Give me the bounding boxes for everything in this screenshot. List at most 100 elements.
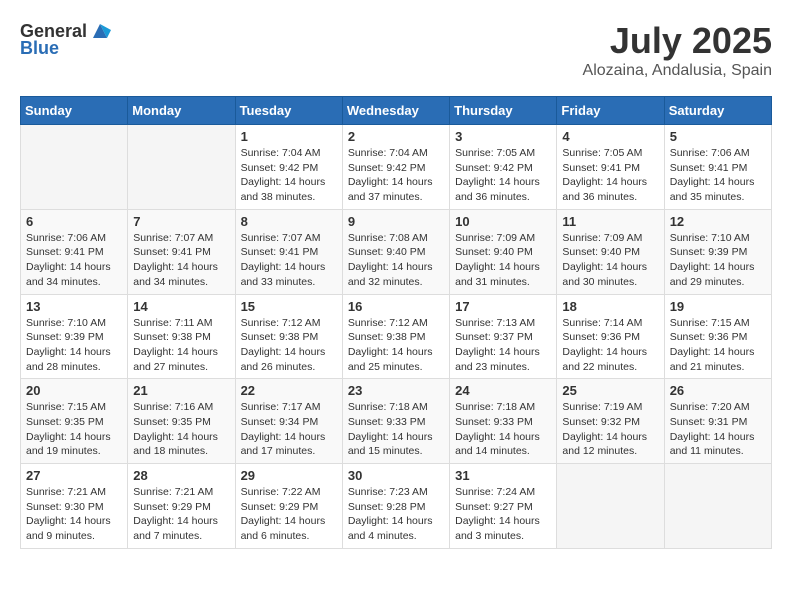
calendar-day-cell: 20 Sunrise: 7:15 AM Sunset: 9:35 PM Dayli… (21, 379, 128, 464)
calendar-week-row: 1Sunrise: 7:04 AM Sunset: 9:42 PM Daylig… (21, 125, 772, 210)
day-number: 26 (670, 383, 766, 398)
day-info: Sunrise: 7:05 AM Sunset: 9:42 PM Dayligh… (455, 146, 551, 205)
day-of-week-header: Friday (557, 97, 664, 125)
location-title: Alozaina, Andalusia, Spain (583, 62, 772, 80)
day-info: Sunrise: 7:23 AM Sunset: 9:28 PM Dayligh… (348, 485, 444, 544)
calendar-day-cell: 7 Sunrise: 7:07 AM Sunset: 9:41 PM Daylig… (128, 209, 235, 294)
calendar-day-cell: 29 Sunrise: 7:22 AM Sunset: 9:29 PM Dayli… (235, 464, 342, 549)
day-number: 8 (241, 214, 337, 229)
calendar-day-cell (664, 464, 771, 549)
day-number: 2 (348, 129, 444, 144)
calendar-day-cell: 19 Sunrise: 7:15 AM Sunset: 9:36 PM Dayli… (664, 294, 771, 379)
calendar-day-cell: 16Sunrise: 7:12 AM Sunset: 9:38 PM Dayli… (342, 294, 449, 379)
page-header: General Blue July 2025 Alozaina, Andalus… (20, 20, 772, 80)
calendar-day-cell: 4Sunrise: 7:05 AM Sunset: 9:41 PM Daylig… (557, 125, 664, 210)
calendar-day-cell: 30Sunrise: 7:23 AM Sunset: 9:28 PM Dayli… (342, 464, 449, 549)
calendar-day-cell: 1Sunrise: 7:04 AM Sunset: 9:42 PM Daylig… (235, 125, 342, 210)
day-number: 12 (670, 214, 766, 229)
calendar-day-cell: 11Sunrise: 7:09 AM Sunset: 9:40 PM Dayli… (557, 209, 664, 294)
day-info: Sunrise: 7:21 AM Sunset: 9:29 PM Dayligh… (133, 485, 229, 544)
calendar-day-cell: 3Sunrise: 7:05 AM Sunset: 9:42 PM Daylig… (450, 125, 557, 210)
day-info: Sunrise: 7:11 AM Sunset: 9:38 PM Dayligh… (133, 316, 229, 375)
day-info: Sunrise: 7:15 AM Sunset: 9:35 PM Dayligh… (26, 400, 122, 459)
day-info: Sunrise: 7:09 AM Sunset: 9:40 PM Dayligh… (562, 231, 658, 290)
calendar-day-cell: 28 Sunrise: 7:21 AM Sunset: 9:29 PM Dayli… (128, 464, 235, 549)
day-number: 24 (455, 383, 551, 398)
day-info: Sunrise: 7:04 AM Sunset: 9:42 PM Dayligh… (348, 146, 444, 205)
day-info: Sunrise: 7:07 AM Sunset: 9:41 PM Dayligh… (133, 231, 229, 290)
day-number: 23 (348, 383, 444, 398)
day-info: Sunrise: 7:06 AM Sunset: 9:41 PM Dayligh… (26, 231, 122, 290)
calendar-day-cell: 6 Sunrise: 7:06 AM Sunset: 9:41 PM Daylig… (21, 209, 128, 294)
day-number: 6 (26, 214, 122, 229)
calendar-header-row: SundayMondayTuesdayWednesdayThursdayFrid… (21, 97, 772, 125)
calendar-day-cell: 15 Sunrise: 7:12 AM Sunset: 9:38 PM Dayli… (235, 294, 342, 379)
calendar-day-cell: 23 Sunrise: 7:18 AM Sunset: 9:33 PM Dayli… (342, 379, 449, 464)
logo: General Blue (20, 20, 111, 59)
day-info: Sunrise: 7:12 AM Sunset: 9:38 PM Dayligh… (348, 316, 444, 375)
calendar-week-row: 13 Sunrise: 7:10 AM Sunset: 9:39 PM Dayli… (21, 294, 772, 379)
day-info: Sunrise: 7:19 AM Sunset: 9:32 PM Dayligh… (562, 400, 658, 459)
calendar-day-cell: 27 Sunrise: 7:21 AM Sunset: 9:30 PM Dayli… (21, 464, 128, 549)
calendar-day-cell: 18 Sunrise: 7:14 AM Sunset: 9:36 PM Dayli… (557, 294, 664, 379)
day-info: Sunrise: 7:18 AM Sunset: 9:33 PM Dayligh… (455, 400, 551, 459)
day-of-week-header: Thursday (450, 97, 557, 125)
day-of-week-header: Sunday (21, 97, 128, 125)
day-number: 20 (26, 383, 122, 398)
calendar-day-cell: 14 Sunrise: 7:11 AM Sunset: 9:38 PM Dayli… (128, 294, 235, 379)
day-info: Sunrise: 7:22 AM Sunset: 9:29 PM Dayligh… (241, 485, 337, 544)
calendar-day-cell: 17Sunrise: 7:13 AM Sunset: 9:37 PM Dayli… (450, 294, 557, 379)
calendar-day-cell: 13 Sunrise: 7:10 AM Sunset: 9:39 PM Dayli… (21, 294, 128, 379)
calendar-day-cell: 5 Sunrise: 7:06 AM Sunset: 9:41 PM Daylig… (664, 125, 771, 210)
day-info: Sunrise: 7:16 AM Sunset: 9:35 PM Dayligh… (133, 400, 229, 459)
day-number: 25 (562, 383, 658, 398)
day-info: Sunrise: 7:21 AM Sunset: 9:30 PM Dayligh… (26, 485, 122, 544)
day-number: 31 (455, 468, 551, 483)
day-number: 7 (133, 214, 229, 229)
calendar-day-cell (557, 464, 664, 549)
day-number: 28 (133, 468, 229, 483)
calendar-day-cell: 31Sunrise: 7:24 AM Sunset: 9:27 PM Dayli… (450, 464, 557, 549)
day-number: 13 (26, 299, 122, 314)
day-of-week-header: Saturday (664, 97, 771, 125)
day-info: Sunrise: 7:08 AM Sunset: 9:40 PM Dayligh… (348, 231, 444, 290)
day-number: 15 (241, 299, 337, 314)
day-number: 18 (562, 299, 658, 314)
day-info: Sunrise: 7:06 AM Sunset: 9:41 PM Dayligh… (670, 146, 766, 205)
day-info: Sunrise: 7:10 AM Sunset: 9:39 PM Dayligh… (26, 316, 122, 375)
day-number: 19 (670, 299, 766, 314)
calendar-day-cell (21, 125, 128, 210)
calendar-day-cell: 22 Sunrise: 7:17 AM Sunset: 9:34 PM Dayli… (235, 379, 342, 464)
day-of-week-header: Wednesday (342, 97, 449, 125)
calendar-day-cell: 10 Sunrise: 7:09 AM Sunset: 9:40 PM Dayli… (450, 209, 557, 294)
calendar-day-cell: 2 Sunrise: 7:04 AM Sunset: 9:42 PM Daylig… (342, 125, 449, 210)
day-number: 22 (241, 383, 337, 398)
calendar-day-cell: 9 Sunrise: 7:08 AM Sunset: 9:40 PM Daylig… (342, 209, 449, 294)
calendar-day-cell: 26 Sunrise: 7:20 AM Sunset: 9:31 PM Dayli… (664, 379, 771, 464)
day-info: Sunrise: 7:09 AM Sunset: 9:40 PM Dayligh… (455, 231, 551, 290)
day-number: 17 (455, 299, 551, 314)
day-info: Sunrise: 7:15 AM Sunset: 9:36 PM Dayligh… (670, 316, 766, 375)
day-of-week-header: Tuesday (235, 97, 342, 125)
day-info: Sunrise: 7:04 AM Sunset: 9:42 PM Dayligh… (241, 146, 337, 205)
day-info: Sunrise: 7:14 AM Sunset: 9:36 PM Dayligh… (562, 316, 658, 375)
day-info: Sunrise: 7:07 AM Sunset: 9:41 PM Dayligh… (241, 231, 337, 290)
day-number: 4 (562, 129, 658, 144)
day-number: 14 (133, 299, 229, 314)
day-info: Sunrise: 7:18 AM Sunset: 9:33 PM Dayligh… (348, 400, 444, 459)
day-number: 9 (348, 214, 444, 229)
logo-icon (89, 20, 111, 42)
day-number: 5 (670, 129, 766, 144)
day-number: 27 (26, 468, 122, 483)
day-info: Sunrise: 7:17 AM Sunset: 9:34 PM Dayligh… (241, 400, 337, 459)
calendar-day-cell: 8 Sunrise: 7:07 AM Sunset: 9:41 PM Daylig… (235, 209, 342, 294)
title-block: July 2025 Alozaina, Andalusia, Spain (583, 20, 772, 80)
day-number: 29 (241, 468, 337, 483)
calendar-day-cell: 21Sunrise: 7:16 AM Sunset: 9:35 PM Dayli… (128, 379, 235, 464)
day-number: 10 (455, 214, 551, 229)
calendar-table: SundayMondayTuesdayWednesdayThursdayFrid… (20, 96, 772, 549)
day-info: Sunrise: 7:20 AM Sunset: 9:31 PM Dayligh… (670, 400, 766, 459)
calendar-week-row: 20 Sunrise: 7:15 AM Sunset: 9:35 PM Dayli… (21, 379, 772, 464)
calendar-week-row: 27 Sunrise: 7:21 AM Sunset: 9:30 PM Dayli… (21, 464, 772, 549)
day-info: Sunrise: 7:12 AM Sunset: 9:38 PM Dayligh… (241, 316, 337, 375)
